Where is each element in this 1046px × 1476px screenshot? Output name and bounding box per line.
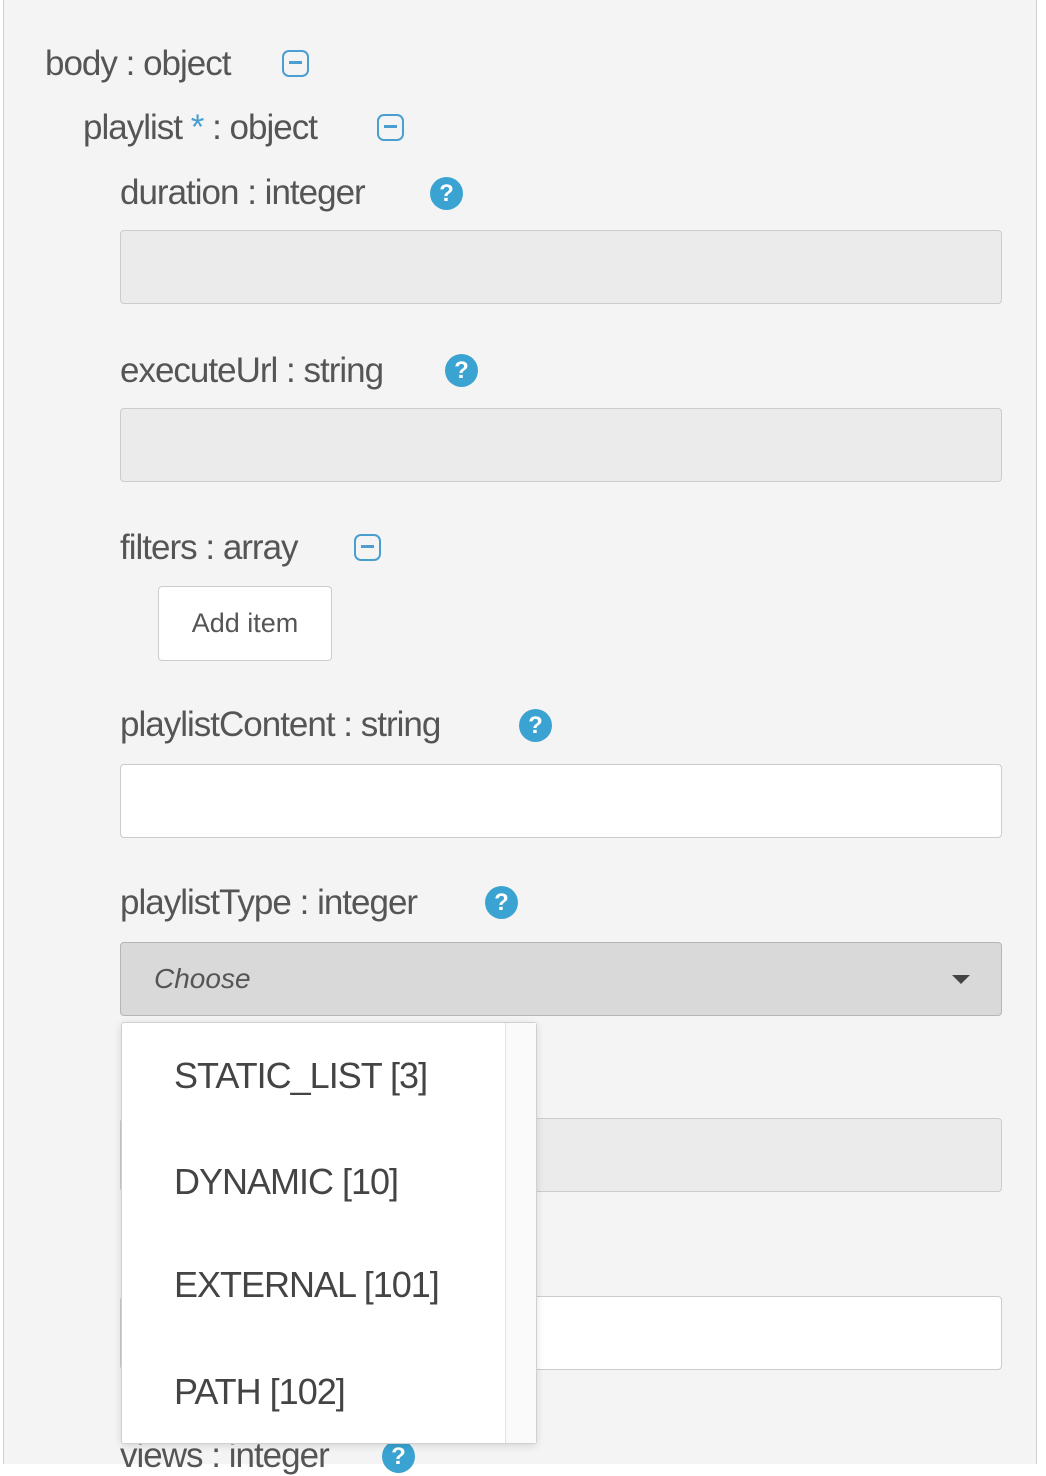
- filters-label: filters : array: [120, 528, 299, 567]
- executeurl-input: [120, 408, 1002, 482]
- duration-help-icon[interactable]: ?: [430, 177, 463, 210]
- caret-down-icon: [952, 975, 970, 984]
- playlisttype-help-icon[interactable]: ?: [485, 886, 518, 919]
- playlistcontent-help-icon[interactable]: ?: [519, 709, 552, 742]
- dropdown-scrollbar[interactable]: [505, 1023, 536, 1443]
- playlisttype-select[interactable]: Choose: [120, 942, 1002, 1016]
- playlistcontent-label: playlistContent : string: [120, 705, 442, 744]
- dropdown-option-path[interactable]: PATH [102]: [174, 1371, 346, 1413]
- dropdown-option-external[interactable]: EXTERNAL [101]: [174, 1264, 440, 1306]
- filters-name: filters: [120, 528, 198, 567]
- duration-label: duration : integer: [120, 173, 366, 212]
- playlist-collapse-icon[interactable]: [377, 114, 404, 141]
- parameter-panel: body : object playlist * : object durati…: [3, 0, 1037, 1475]
- playlistcontent-type: string: [360, 705, 442, 744]
- playlist-name: playlist: [83, 108, 183, 147]
- body-type: object: [143, 44, 231, 83]
- executeurl-name: executeUrl: [120, 351, 278, 390]
- playlist-type: object: [229, 108, 318, 147]
- duration-type: integer: [264, 173, 366, 212]
- playlist-label: playlist * : object: [83, 108, 318, 147]
- dropdown-option-dynamic[interactable]: DYNAMIC [10]: [174, 1161, 399, 1203]
- playlisttype-name: playlistType: [120, 883, 292, 922]
- add-item-button[interactable]: Add item: [158, 586, 332, 661]
- playlisttype-label: playlistType : integer: [120, 883, 418, 922]
- playlisttype-dropdown: STATIC_LIST [3] DYNAMIC [10] EXTERNAL [1…: [121, 1022, 537, 1444]
- body-label: body : object: [45, 44, 232, 83]
- body-collapse-icon[interactable]: [282, 50, 309, 77]
- executeurl-type: string: [303, 351, 384, 390]
- views-help-icon[interactable]: ?: [382, 1440, 415, 1473]
- body-name: body: [45, 44, 118, 83]
- duration-name: duration: [120, 173, 239, 212]
- executeurl-label: executeUrl : string: [120, 351, 384, 390]
- filters-type: array: [222, 528, 299, 567]
- executeurl-help-icon[interactable]: ?: [445, 354, 478, 387]
- duration-input: [120, 230, 1002, 304]
- dropdown-option-static-list[interactable]: STATIC_LIST [3]: [174, 1055, 428, 1097]
- filters-collapse-icon[interactable]: [354, 534, 381, 561]
- playlistcontent-input[interactable]: [120, 764, 1002, 838]
- select-placeholder: Choose: [154, 963, 251, 994]
- required-marker: *: [190, 108, 205, 147]
- playlistcontent-name: playlistContent: [120, 705, 336, 744]
- playlisttype-type: integer: [317, 883, 418, 922]
